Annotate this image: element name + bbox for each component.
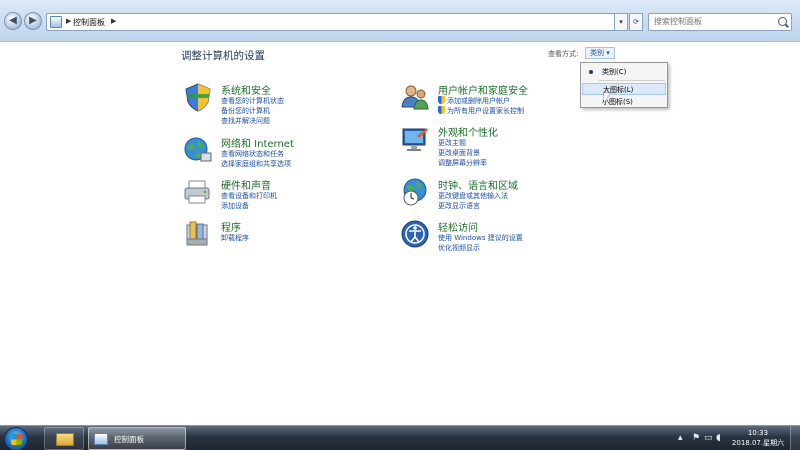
taskbar-control-panel-button[interactable]: 控制面板 [88, 427, 186, 450]
uac-shield-icon [438, 96, 445, 104]
breadcrumb-separator-icon[interactable]: ▶ [111, 17, 116, 25]
refresh-icon: ⟳ [633, 18, 639, 26]
link-text: 为所有用户设置家长控制 [447, 107, 524, 115]
radio-selected-icon [589, 70, 593, 74]
system-clock[interactable]: 10:33 2018.07.星期六 [728, 428, 788, 448]
taskbar-window-label: 控制面板 [114, 435, 144, 444]
menu-separator [599, 80, 665, 81]
link-text: 添加或删除用户帐户 [447, 97, 510, 105]
mouse-pointer-icon [604, 93, 610, 103]
clock-time: 10:33 [747, 429, 769, 437]
menu-item-large-icons[interactable]: 大图标(L) [582, 83, 666, 95]
refresh-button[interactable]: ⟳ [629, 13, 643, 31]
search-icon[interactable] [778, 17, 787, 26]
page-title: 调整计算机的设置 [181, 50, 265, 62]
category-title-clock[interactable]: 时钟、语言和区域 [438, 177, 518, 192]
title-address-bar: ◀ ▶ ▶ 控制面板 ▶ ▾ ⟳ [0, 0, 800, 42]
link-network-status[interactable]: 查看网络状态和任务 [221, 149, 284, 159]
view-by-dropdown[interactable]: 类别 ▾ [585, 47, 615, 59]
volume-icon[interactable]: ◖ [716, 433, 721, 443]
ease-of-access-icon[interactable] [400, 219, 430, 249]
menu-item-small-icons[interactable]: 小图标(S) [582, 96, 666, 108]
category-title-hardware[interactable]: 硬件和声音 [221, 177, 271, 192]
folder-icon [56, 433, 74, 446]
search-box[interactable] [648, 13, 792, 31]
link-change-theme[interactable]: 更改主题 [438, 138, 466, 148]
forward-arrow-icon: ▶ [29, 15, 37, 26]
link-desktop-background[interactable]: 更改桌面背景 [438, 148, 480, 158]
link-devices-printers[interactable]: 查看设备和打印机 [221, 191, 277, 201]
category-title-ease[interactable]: 轻松访问 [438, 219, 478, 234]
programs-icon[interactable] [183, 219, 213, 249]
link-display-language[interactable]: 更改显示语言 [438, 201, 480, 211]
appearance-monitor-icon[interactable] [400, 124, 430, 154]
network-icon[interactable]: ▭ [704, 433, 713, 443]
flag-icon[interactable]: ⚑ [692, 433, 700, 443]
uac-shield-icon [438, 106, 445, 114]
clock-globe-icon[interactable] [400, 177, 430, 207]
view-by-label: 查看方式: [548, 50, 579, 58]
taskbar-explorer-button[interactable] [44, 427, 84, 450]
forward-button[interactable]: ▶ [24, 12, 42, 30]
search-input[interactable] [654, 17, 774, 26]
category-title-programs[interactable]: 程序 [221, 219, 241, 234]
category-title-system[interactable]: 系统和安全 [221, 82, 271, 97]
address-history-dropdown[interactable]: ▾ [614, 13, 628, 31]
link-backup-computer[interactable]: 备份您的计算机 [221, 106, 270, 116]
control-panel-icon [94, 433, 108, 445]
shield-icon[interactable] [183, 82, 213, 112]
windows-start-icon [11, 434, 22, 445]
network-globe-icon[interactable] [183, 135, 213, 165]
menu-item-category[interactable]: 类别(C) [582, 66, 666, 78]
address-bar[interactable]: ▶ 控制面板 ▶ [46, 13, 628, 31]
category-title-users[interactable]: 用户帐户和家庭安全 [438, 82, 528, 97]
control-panel-icon [50, 16, 62, 28]
back-button[interactable]: ◀ [4, 12, 22, 30]
start-button[interactable] [4, 427, 28, 450]
printer-icon[interactable] [183, 177, 213, 207]
link-screen-resolution[interactable]: 调整屏幕分辨率 [438, 158, 487, 168]
link-optimize-display[interactable]: 优化视频显示 [438, 243, 480, 253]
users-icon[interactable] [400, 82, 430, 112]
clock-date: 2018.07.星期六 [731, 439, 785, 447]
tray-expand-icon[interactable]: ▴ [678, 433, 683, 443]
link-add-device[interactable]: 添加设备 [221, 201, 249, 211]
control-panel-content: 调整计算机的设置 查看方式: 类别 ▾ 系统和安全 查看您的计算机状态 备份您的… [0, 43, 800, 425]
taskbar: 控制面板 ▴ ⚑ ▭ ◖ 10:33 2018.07.星期六 [0, 425, 800, 450]
link-uninstall-program[interactable]: 卸载程序 [221, 233, 249, 243]
link-keyboard-input[interactable]: 更改键盘或其他输入法 [438, 191, 508, 201]
category-title-network[interactable]: 网络和 Internet [221, 135, 294, 150]
link-parental-controls[interactable]: 为所有用户设置家长控制 [438, 106, 524, 116]
breadcrumb-separator-icon[interactable]: ▶ [66, 17, 71, 25]
link-troubleshoot[interactable]: 查找并解决问题 [221, 116, 270, 126]
link-view-computer-status[interactable]: 查看您的计算机状态 [221, 96, 284, 106]
back-arrow-icon: ◀ [9, 15, 17, 26]
chevron-down-icon: ▾ [619, 18, 623, 26]
show-desktop-button[interactable] [790, 426, 800, 450]
view-by-menu: 类别(C) 大图标(L) 小图标(S) [580, 62, 668, 108]
category-title-appearance[interactable]: 外观和个性化 [438, 124, 498, 139]
link-homegroup-sharing[interactable]: 选择家庭组和共享选项 [221, 159, 291, 169]
breadcrumb-control-panel[interactable]: 控制面板 [73, 17, 105, 28]
menu-item-label: 类别(C) [602, 68, 627, 76]
link-add-remove-accounts[interactable]: 添加或删除用户帐户 [438, 96, 510, 106]
link-recommended-settings[interactable]: 使用 Windows 建议的设置 [438, 233, 523, 243]
